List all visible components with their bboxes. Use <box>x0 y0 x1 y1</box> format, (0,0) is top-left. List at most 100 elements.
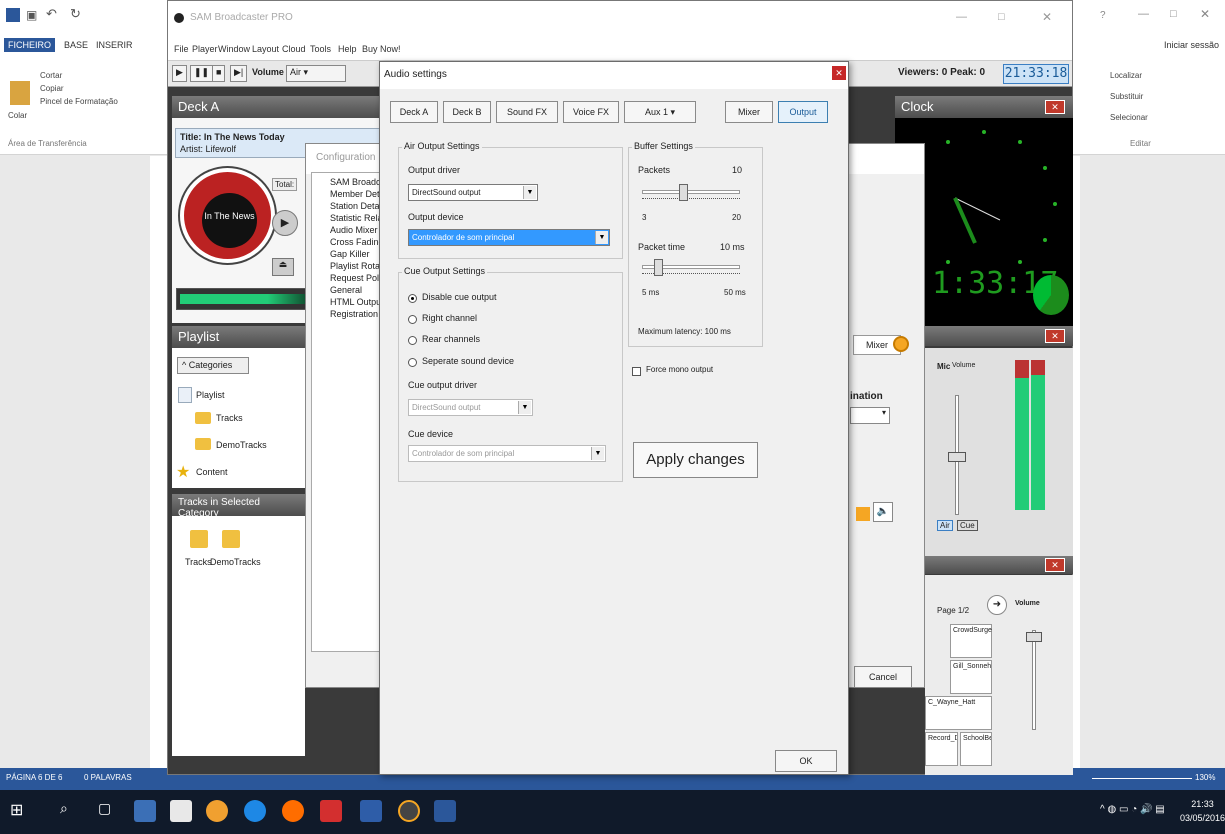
audio-settings-close-icon[interactable]: ✕ <box>832 66 846 80</box>
copy-button[interactable]: Copiar <box>40 84 64 93</box>
page-count[interactable]: PÁGINA 6 DE 6 <box>6 773 62 782</box>
menu-tools[interactable]: Tools <box>310 44 331 54</box>
sam-taskbar-icon[interactable] <box>398 800 420 822</box>
edge-icon[interactable] <box>244 800 266 822</box>
air-dropdown[interactable]: Air ▾ <box>286 65 346 82</box>
cart-cell[interactable]: CrowdSurge <box>950 624 992 658</box>
search-icon[interactable]: ⌕ <box>60 800 82 822</box>
radio-disable-cue[interactable] <box>408 294 417 303</box>
select-button[interactable]: Selecionar <box>1110 113 1148 122</box>
tab-mixer[interactable]: Mixer <box>725 101 773 123</box>
tree-playlist[interactable]: Playlist <box>196 390 225 400</box>
sam-minimize-icon[interactable]: — <box>956 11 967 23</box>
pause-icon[interactable]: ❚❚ <box>190 65 214 82</box>
redo-icon[interactable]: ↻ <box>70 6 81 22</box>
radio-disable-cue-label[interactable]: Disable cue output <box>422 292 497 302</box>
menu-layout[interactable]: Layout <box>252 44 279 54</box>
help-icon[interactable]: ? <box>1100 10 1106 21</box>
minimize-icon[interactable]: — <box>1138 8 1149 20</box>
cart-cell[interactable]: Record_Doubt <box>925 732 958 766</box>
store-icon[interactable] <box>170 800 192 822</box>
radio-right-channel-label[interactable]: Right channel <box>422 313 477 323</box>
paste-icon[interactable] <box>10 81 30 105</box>
menu-buy-now[interactable]: Buy Now! <box>362 44 401 54</box>
app-icon[interactable] <box>360 800 382 822</box>
zoom-slider[interactable] <box>1092 778 1192 779</box>
paste-label[interactable]: Colar <box>8 111 27 120</box>
tree-tracks[interactable]: Tracks <box>216 413 243 423</box>
sam-close-icon[interactable]: ✕ <box>1042 10 1052 24</box>
config-item-cross-fading[interactable]: Cross Fading <box>330 237 384 247</box>
chrome-icon[interactable] <box>206 800 228 822</box>
mic-fader[interactable] <box>948 452 966 462</box>
tray-clock[interactable]: 21:33 03/05/2016 <box>1180 797 1225 825</box>
cart-close-icon[interactable]: ✕ <box>1045 558 1065 572</box>
output-driver-select[interactable]: DirectSound output ▼ <box>408 184 538 201</box>
signin-link[interactable]: Iniciar sessão <box>1160 38 1223 52</box>
config-item-gap-killer[interactable]: Gap Killer <box>330 249 370 259</box>
packets-slider[interactable] <box>679 184 689 201</box>
tab-aux-1[interactable]: Aux 1 ▾ <box>624 101 696 123</box>
cut-button[interactable]: Cortar <box>40 71 62 80</box>
deck-play-icon[interactable]: ▶ <box>272 210 298 236</box>
cue-driver-select[interactable]: DirectSound output ▼ <box>408 399 533 416</box>
force-mono-label[interactable]: Force mono output <box>646 365 713 374</box>
tree-content[interactable]: Content <box>196 467 228 477</box>
zoom-level[interactable]: 130% <box>1195 773 1215 782</box>
radio-separate-device[interactable] <box>408 358 417 367</box>
task-view-icon[interactable]: ▢ <box>98 800 120 822</box>
tab-output[interactable]: Output <box>778 101 828 123</box>
apply-changes-button[interactable]: Apply changes <box>633 442 758 478</box>
menu-window[interactable]: Window <box>218 44 250 54</box>
radio-separate-device-label[interactable]: Seperate sound device <box>422 356 514 366</box>
tray-icons[interactable]: ^ ◍ ▭ ◔ 🔊 ▤ <box>1100 804 1165 815</box>
tab-base[interactable]: BASE <box>60 38 92 52</box>
config-item-html-output[interactable]: HTML Output <box>330 297 384 307</box>
stop-icon[interactable]: ■ <box>212 65 226 82</box>
destination-dropdown[interactable]: ▾ <box>850 407 890 424</box>
menu-file[interactable]: File <box>174 44 189 54</box>
tab-deck-a[interactable]: Deck A <box>390 101 438 123</box>
windows-start-icon[interactable]: ⊞ <box>10 800 32 822</box>
menu-cloud[interactable]: Cloud <box>282 44 306 54</box>
mixer-close-icon[interactable]: ✕ <box>1045 329 1065 343</box>
ok-button[interactable]: OK <box>775 750 837 772</box>
tree-demotracks[interactable]: DemoTracks <box>216 440 267 450</box>
tab-deck-b[interactable]: Deck B <box>443 101 491 123</box>
menu-help[interactable]: Help <box>338 44 357 54</box>
maximize-icon[interactable]: □ <box>1170 8 1177 20</box>
undo-icon[interactable]: ↶ <box>46 6 57 22</box>
categories-button[interactable]: ^ Categories <box>177 357 249 374</box>
cart-cell[interactable]: SchoolBell <box>960 732 992 766</box>
deck-eject-icon[interactable]: ⏏ <box>272 258 294 276</box>
mic-cue-button[interactable]: Cue <box>957 520 978 531</box>
config-cancel-button[interactable]: Cancel <box>854 666 912 688</box>
radio-right-channel[interactable] <box>408 315 417 324</box>
output-device-select[interactable]: Controlador de som principal ▼ <box>408 229 610 246</box>
cart-cell[interactable]: C_Wayne_Hatt <box>925 696 992 730</box>
tab-inserir[interactable]: INSERIR <box>92 38 137 52</box>
save-icon[interactable]: ▣ <box>26 8 37 22</box>
tab-sound-fx[interactable]: Sound FX <box>496 101 558 123</box>
radio-rear-channels[interactable] <box>408 336 417 345</box>
cart-volume-fader[interactable] <box>1026 632 1042 642</box>
play-icon[interactable]: ▶ <box>172 65 187 82</box>
mic-air-button[interactable]: Air <box>937 520 953 531</box>
track-item-tracks[interactable]: Tracks <box>185 557 212 567</box>
tab-voice-fx[interactable]: Voice FX <box>563 101 619 123</box>
cart-cell[interactable]: Gill_Sonneh <box>950 660 992 694</box>
desktop-icon[interactable] <box>134 800 156 822</box>
replace-button[interactable]: Substituir <box>1110 92 1143 101</box>
firefox-icon[interactable] <box>282 800 304 822</box>
next-icon[interactable]: ▶| <box>230 65 248 82</box>
pdf-icon[interactable] <box>320 800 342 822</box>
force-mono-checkbox[interactable] <box>632 367 641 376</box>
clock-close-icon[interactable]: ✕ <box>1045 100 1065 114</box>
config-item-general[interactable]: General <box>330 285 362 295</box>
tab-ficheiro[interactable]: FICHEIRO <box>4 38 56 52</box>
find-button[interactable]: Localizar <box>1110 71 1142 80</box>
track-item-demotracks[interactable]: DemoTracks <box>210 557 261 567</box>
radio-rear-channels-label[interactable]: Rear channels <box>422 334 480 344</box>
sam-maximize-icon[interactable]: □ <box>998 11 1005 23</box>
speaker-icon[interactable]: 🔈 <box>873 502 893 522</box>
